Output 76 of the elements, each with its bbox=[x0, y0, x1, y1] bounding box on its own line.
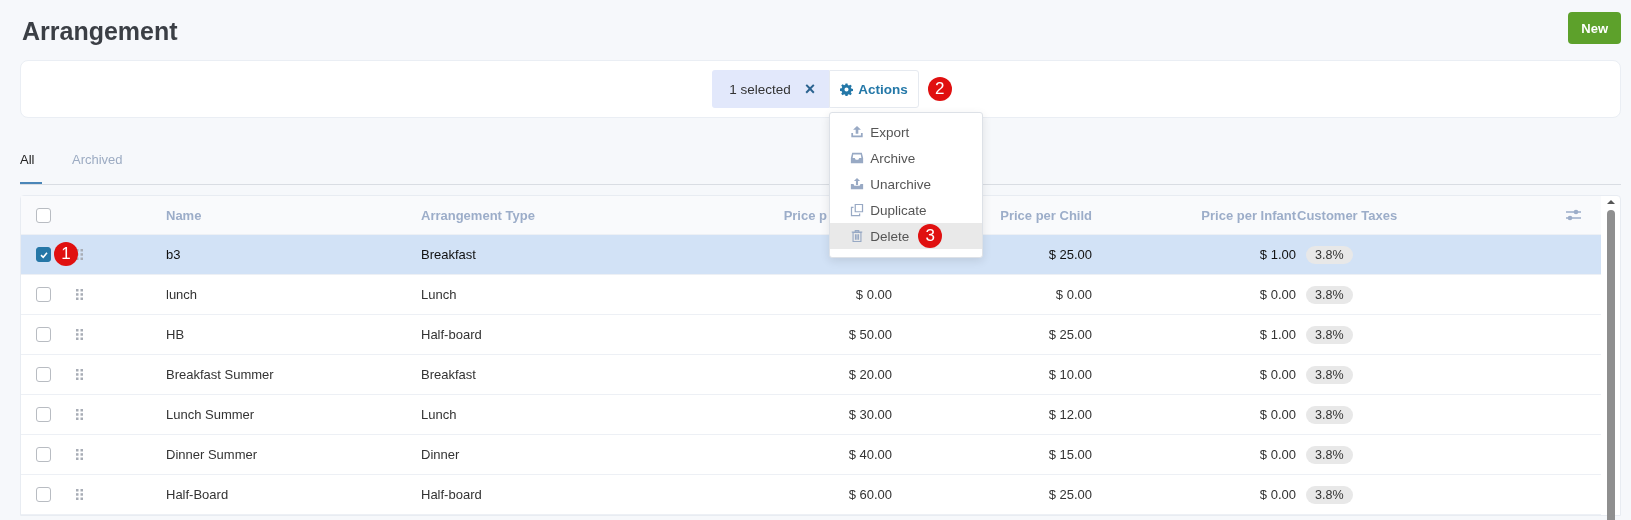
row-checkbox[interactable] bbox=[36, 287, 51, 302]
table-cell: Half-Board bbox=[166, 487, 229, 502]
row-checkbox[interactable] bbox=[36, 247, 51, 262]
table-cell: $ 1.00 bbox=[1259, 247, 1296, 262]
table-cell: Lunch Summer bbox=[166, 407, 255, 422]
drag-handle-icon[interactable] bbox=[76, 369, 83, 380]
table-cell: $ 25.00 bbox=[1048, 327, 1092, 342]
table-cell: Dinner Summer bbox=[166, 447, 258, 462]
drag-handle-icon[interactable] bbox=[76, 449, 83, 460]
table-cell: $ 0.00 bbox=[1055, 287, 1092, 302]
sliders-icon[interactable] bbox=[1566, 208, 1581, 222]
tax-badge: 3.8% bbox=[1306, 245, 1353, 264]
tab[interactable]: All bbox=[20, 138, 42, 184]
tax-badge: 3.8% bbox=[1306, 485, 1353, 504]
table-cell: $ 0.00 bbox=[1259, 407, 1296, 422]
table-cell: Breakfast bbox=[421, 247, 476, 262]
row-checkbox[interactable] bbox=[36, 367, 51, 382]
table-cell: $ 50.00 bbox=[848, 327, 892, 342]
upload-icon bbox=[850, 125, 865, 139]
tax-badge: 3.8% bbox=[1306, 325, 1353, 344]
copy-icon bbox=[850, 203, 865, 217]
select-all-checkbox[interactable] bbox=[36, 207, 51, 223]
tax-badge: 3.8% bbox=[1306, 285, 1353, 304]
selection-count: 1 selected bbox=[729, 81, 791, 97]
table-cell: $ 12.00 bbox=[1048, 407, 1092, 422]
drag-handle-icon[interactable] bbox=[76, 409, 83, 420]
tax-badge: 3.8% bbox=[1306, 365, 1353, 384]
row-checkbox[interactable] bbox=[36, 327, 51, 342]
step-marker: 3 bbox=[918, 224, 943, 248]
trash-icon bbox=[850, 229, 865, 243]
table-cell: Lunch bbox=[421, 407, 457, 422]
drag-handle-icon[interactable] bbox=[76, 329, 83, 340]
table-cell: $ 0.00 bbox=[1259, 287, 1296, 302]
actions-button[interactable]: Actions bbox=[829, 70, 919, 108]
table-cell: Lunch bbox=[421, 287, 457, 302]
step-marker: 2 bbox=[927, 77, 952, 101]
table-cell: Half-board bbox=[421, 327, 482, 342]
table-cell: $ 15.00 bbox=[1048, 447, 1092, 462]
table-cell: Dinner bbox=[421, 447, 460, 462]
drag-handle-icon[interactable] bbox=[76, 289, 83, 300]
menu-item[interactable]: Delete 3 bbox=[830, 223, 983, 249]
step-marker: 1 bbox=[54, 242, 78, 266]
menu-item[interactable]: Unarchive bbox=[830, 171, 983, 197]
table-cell: $ 0.00 bbox=[1259, 447, 1296, 462]
table-cell: $ 10.00 bbox=[1048, 367, 1092, 382]
table-cell: $ 25.00 bbox=[1048, 247, 1092, 262]
table-cell: $ 20.00 bbox=[848, 367, 892, 382]
tax-badge: 3.8% bbox=[1306, 405, 1353, 424]
table-cell: Half-board bbox=[421, 487, 482, 502]
clear-selection-button[interactable]: × bbox=[804, 78, 816, 100]
menu-item[interactable]: Export bbox=[830, 119, 983, 145]
check-icon bbox=[38, 249, 49, 260]
table-cell: lunch bbox=[166, 287, 198, 302]
row-checkbox[interactable] bbox=[36, 407, 51, 422]
table-cell: Breakfast Summer bbox=[166, 367, 274, 382]
page-title: Arrangement bbox=[22, 16, 178, 46]
table-cell: $ 30.00 bbox=[848, 407, 892, 422]
tax-badge: 3.8% bbox=[1306, 445, 1353, 464]
row-checkbox[interactable] bbox=[36, 447, 51, 462]
table-cell: $ 0.00 bbox=[855, 287, 892, 302]
menu-item[interactable]: Duplicate bbox=[830, 197, 983, 223]
table-cell: $ 1.00 bbox=[1259, 327, 1296, 342]
row-checkbox[interactable] bbox=[36, 487, 51, 502]
drag-handle-icon[interactable] bbox=[76, 489, 83, 500]
menu-item[interactable]: Archive bbox=[830, 145, 983, 171]
table-cell: Breakfast bbox=[421, 367, 476, 382]
table-cell: $ 25.00 bbox=[1048, 487, 1092, 502]
table-cell: $ 40.00 bbox=[848, 447, 892, 462]
table-cell: $ 60.00 bbox=[848, 487, 892, 502]
gear-icon bbox=[840, 82, 854, 96]
table-cell: b3 bbox=[166, 247, 181, 262]
table-cell: $ 0.00 bbox=[1259, 487, 1296, 502]
table-cell: $ 0.00 bbox=[1259, 367, 1296, 382]
tray-icon bbox=[850, 151, 865, 165]
upload-icon bbox=[850, 177, 865, 191]
table-cell: HB bbox=[166, 327, 185, 342]
